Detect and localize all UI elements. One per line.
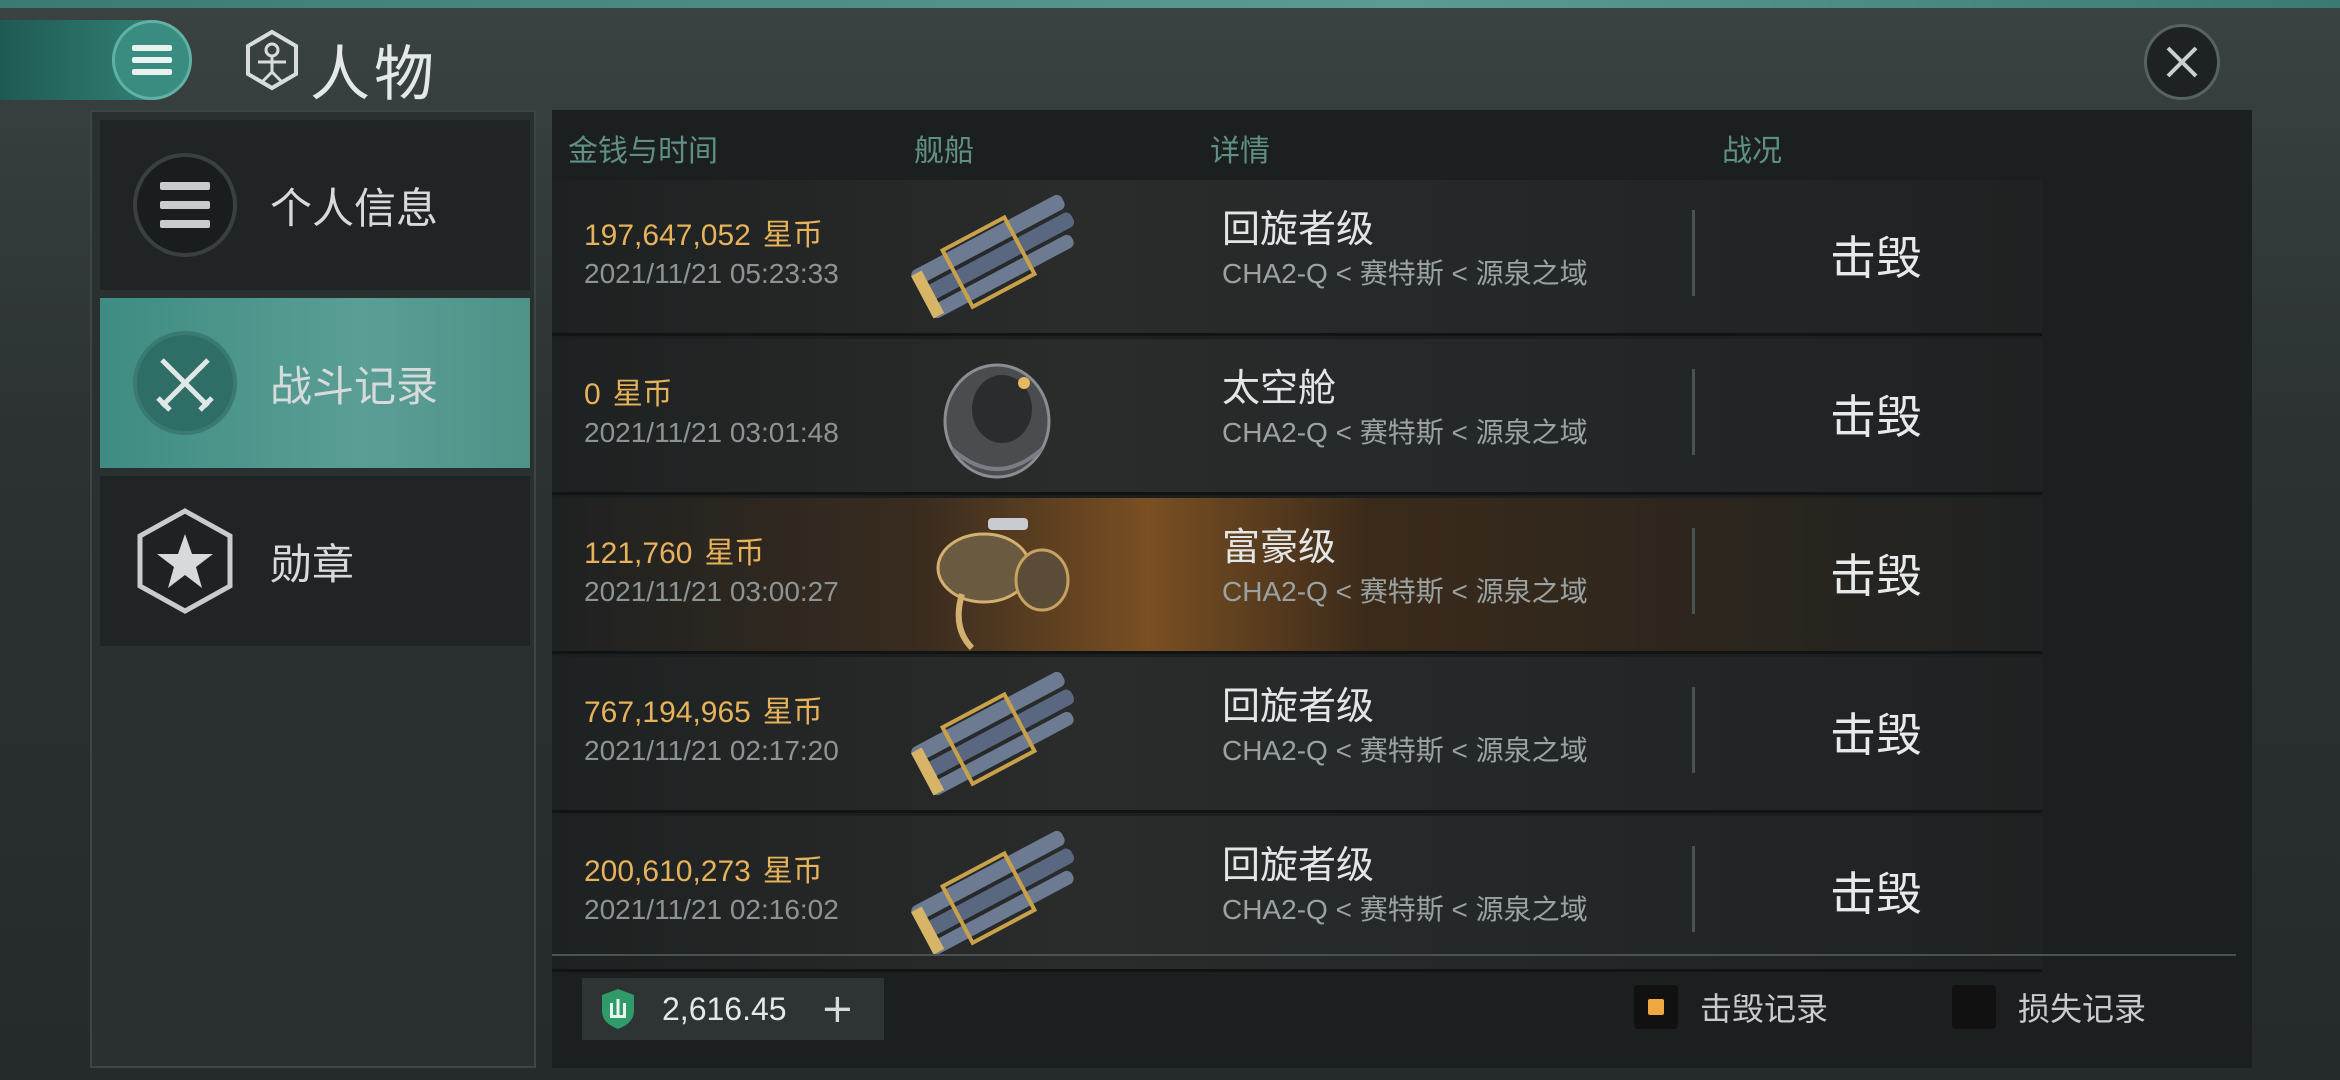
sidebar-item-label: 战斗记录 [270, 361, 439, 411]
column-header-ship: 舰船 [914, 134, 974, 169]
frigate-ship-icon [936, 518, 1070, 651]
table-row[interactable]: 0 星币 2021/11/21 03:01:48 太空舱 CHA2-Q < 赛特斯… [552, 339, 2042, 495]
row-divider [1692, 846, 1695, 932]
amount-value: 197,647,052 [584, 219, 751, 252]
table-row[interactable]: 767,194,965 星币 2021/11/21 02:17:20 回旋者级 C… [552, 657, 2042, 813]
money-amount: 200,610,273 星币 [584, 846, 823, 890]
sidebar-item-personal-info[interactable]: 个人信息 [100, 120, 530, 290]
currency-unit: 星币 [762, 696, 823, 729]
close-icon [2166, 46, 2198, 78]
row-divider [1692, 210, 1695, 296]
table-row[interactable]: 197,647,052 星币 2021/11/21 05:23:33 回旋者级 C… [552, 180, 2042, 336]
money-amount: 121,760 星币 [584, 528, 764, 572]
sidebar-item-battle-records[interactable]: 战斗记录 [100, 298, 530, 468]
footer-divider [552, 954, 2236, 956]
loss-records-label: 损失记录 [2018, 990, 2147, 1028]
kill-records-checkbox[interactable] [1634, 985, 1678, 1029]
ship-name: 富豪级 [1222, 525, 1337, 569]
capsule-ship-icon [943, 363, 1051, 479]
star-badge-icon [130, 506, 240, 616]
currency-shield-icon [602, 989, 634, 1029]
wallet-amount: 2,616.45 [662, 990, 787, 1027]
sidebar-item-label: 个人信息 [270, 183, 439, 233]
table-row[interactable]: 200,610,273 星币 2021/11/21 02:16:02 回旋者级 C… [552, 816, 2042, 972]
amount-value: 200,610,273 [584, 855, 751, 888]
crossed-swords-icon [130, 328, 240, 438]
ship-location: CHA2-Q < 赛特斯 < 源泉之域 [1222, 258, 1588, 289]
column-header-status: 战况 [1722, 134, 1782, 169]
amount-value: 767,194,965 [584, 696, 751, 729]
money-amount: 197,647,052 星币 [584, 210, 823, 254]
record-time: 2021/11/21 03:00:27 [584, 576, 839, 607]
column-header-details: 详情 [1210, 134, 1270, 169]
record-time: 2021/11/21 02:16:02 [584, 894, 839, 925]
ship-name: 回旋者级 [1222, 207, 1375, 251]
list-icon [130, 150, 240, 260]
currency-unit: 星币 [762, 855, 823, 888]
ship-location: CHA2-Q < 赛特斯 < 源泉之域 [1222, 417, 1588, 448]
loss-records-filter[interactable]: 损失记录 [1952, 984, 2146, 1030]
battle-result: 击毁 [1830, 867, 1922, 921]
top-accent-line [0, 0, 2340, 8]
hamburger-icon [132, 45, 172, 75]
amount-value: 0 [584, 378, 601, 411]
wallet-display: 2,616.45 + [582, 978, 884, 1040]
kill-records-label: 击毁记录 [1700, 990, 1829, 1028]
cruiser-ship-icon [911, 194, 1075, 319]
ship-name: 回旋者级 [1222, 843, 1375, 887]
row-divider [1692, 369, 1695, 455]
menu-button[interactable] [112, 20, 192, 100]
add-currency-button[interactable]: + [821, 986, 855, 1032]
row-divider [1692, 687, 1695, 773]
page-title: 人物 [310, 40, 438, 110]
cruiser-ship-icon [911, 671, 1075, 796]
sidebar-item-medals[interactable]: 勋章 [100, 476, 530, 646]
money-amount: 767,194,965 星币 [584, 687, 823, 731]
column-header-money-time: 金钱与时间 [568, 134, 718, 169]
battle-result: 击毁 [1830, 708, 1922, 762]
record-time: 2021/11/21 02:17:20 [584, 735, 839, 766]
amount-value: 121,760 [584, 537, 693, 570]
row-divider [1692, 528, 1695, 614]
cruiser-ship-icon [911, 830, 1075, 955]
loss-records-checkbox[interactable] [1952, 985, 1996, 1029]
table-row[interactable]: 121,760 星币 2021/11/21 03:00:27 富豪级 CHA2-Q… [552, 498, 2042, 654]
currency-unit: 星币 [612, 378, 673, 411]
ship-location: CHA2-Q < 赛特斯 < 源泉之域 [1222, 576, 1588, 607]
ship-name: 回旋者级 [1222, 684, 1375, 728]
close-button[interactable] [2144, 24, 2220, 100]
character-icon [246, 29, 298, 91]
kill-records-filter[interactable]: 击毁记录 [1634, 984, 1828, 1030]
battle-result: 击毁 [1830, 390, 1922, 444]
battle-records-table: 金钱与时间 舰船 详情 战况 197,647,052 星币 2021/11/21 … [552, 110, 2252, 1068]
sidebar-item-label: 勋章 [270, 539, 355, 589]
currency-unit: 星币 [704, 537, 765, 570]
money-amount: 0 星币 [584, 369, 673, 413]
ship-name: 太空舱 [1222, 366, 1337, 410]
currency-unit: 星币 [762, 219, 823, 252]
ship-location: CHA2-Q < 赛特斯 < 源泉之域 [1222, 735, 1588, 766]
checked-indicator [1648, 999, 1664, 1015]
battle-result: 击毁 [1830, 231, 1922, 285]
battle-result: 击毁 [1830, 549, 1922, 603]
sidebar: 个人信息 战斗记录 勋章 [90, 110, 536, 1068]
record-time: 2021/11/21 03:01:48 [584, 417, 839, 448]
ship-location: CHA2-Q < 赛特斯 < 源泉之域 [1222, 894, 1588, 925]
record-time: 2021/11/21 05:23:33 [584, 258, 839, 289]
